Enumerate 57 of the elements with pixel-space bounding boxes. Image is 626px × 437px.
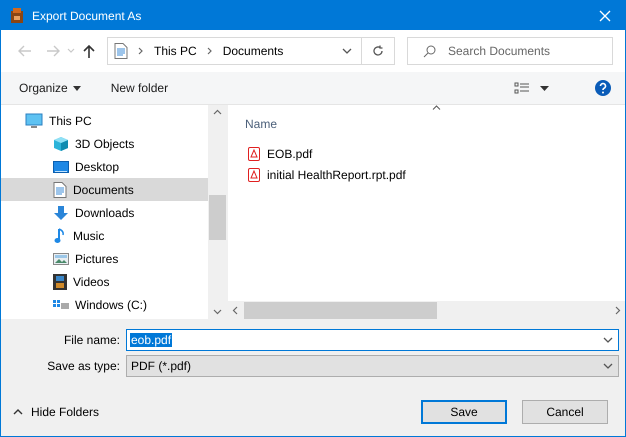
picture-icon <box>53 252 69 266</box>
down-arrow-icon <box>53 204 69 220</box>
pdf-file-icon <box>248 146 260 160</box>
scroll-up-icon[interactable] <box>212 109 222 115</box>
column-header[interactable]: Name <box>245 117 278 131</box>
dialog-button[interactable]: Save <box>421 400 507 424</box>
help-icon[interactable] <box>595 80 611 96</box>
pdf-file-icon <box>248 168 260 182</box>
scroll-left-icon[interactable] <box>232 306 238 314</box>
caret-icon[interactable] <box>72 86 81 90</box>
field-label: File name: <box>62 333 120 347</box>
file-item[interactable]: EOB.pdf <box>228 143 625 164</box>
desktop-icon <box>53 160 69 174</box>
refresh-icon[interactable] <box>372 45 384 57</box>
file-item[interactable]: initial HealthReport.rpt.pdf <box>228 164 625 185</box>
sort-caret-icon <box>432 105 441 110</box>
monitor-icon <box>25 112 43 128</box>
film-icon <box>53 274 67 290</box>
breadcrumb[interactable]: This PC <box>154 44 197 58</box>
search-field[interactable]: Search Documents <box>407 37 613 65</box>
scrollbar-thumb[interactable] <box>208 195 226 240</box>
sidebar-item[interactable]: Windows (C:) <box>1 293 208 316</box>
chevron-up-icon[interactable] <box>13 408 23 414</box>
search-icon <box>423 45 436 58</box>
document-icon <box>114 43 128 59</box>
close-icon[interactable] <box>599 10 611 22</box>
caret-icon[interactable] <box>540 86 549 90</box>
scroll-down-icon[interactable] <box>212 309 222 315</box>
address-bar[interactable]: This PC Documents <box>107 37 395 65</box>
window-title: Export Document As <box>32 8 142 22</box>
scroll-right-icon[interactable] <box>615 306 621 314</box>
file-name-field[interactable]: eob.pdf <box>126 329 619 351</box>
sidebar-item[interactable]: Desktop <box>1 155 208 178</box>
sidebar-item[interactable]: Music <box>1 224 208 247</box>
cube-icon <box>53 136 69 152</box>
view-list-icon[interactable] <box>514 82 530 94</box>
hide-folders-button[interactable]: Hide Folders <box>13 404 100 418</box>
sidebar-item[interactable]: This PC <box>1 109 208 132</box>
field-label: Save as type: <box>46 359 120 373</box>
chevron-right-icon <box>206 47 213 55</box>
scrollbar-thumb[interactable] <box>244 302 437 318</box>
file-type-dropdown[interactable]: PDF (*.pdf) <box>126 355 619 377</box>
up-arrow-icon[interactable] <box>83 44 95 58</box>
sidebar-item[interactable]: 3D Objects <box>1 132 208 155</box>
document-icon <box>53 182 67 198</box>
sidebar-item[interactable]: Documents <box>1 178 208 201</box>
sidebar-item[interactable]: Videos <box>1 270 208 293</box>
breadcrumb[interactable]: Documents <box>222 44 284 58</box>
dialog-button[interactable]: Cancel <box>522 400 608 424</box>
sidebar-item[interactable]: Pictures <box>1 247 208 270</box>
app-icon <box>10 8 24 24</box>
music-note-icon <box>53 228 67 244</box>
organize-button[interactable]: Organize <box>19 81 81 95</box>
chevron-right-icon <box>138 47 144 55</box>
drive-icon <box>53 298 69 312</box>
sidebar-item[interactable]: Downloads <box>1 201 208 224</box>
new-folder-button[interactable]: New folder <box>110 81 168 95</box>
